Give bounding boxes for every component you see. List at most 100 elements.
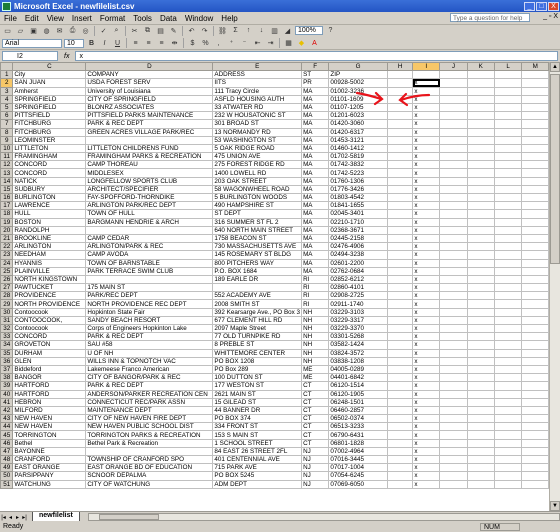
first-sheet-icon[interactable]: |◂ — [0, 514, 7, 521]
cell[interactable]: Corps of Engineers Hopkinton Lake — [85, 323, 214, 334]
cell[interactable] — [466, 356, 495, 366]
cell[interactable] — [439, 102, 468, 113]
cell[interactable]: x — [412, 152, 441, 162]
cell[interactable]: x — [412, 356, 441, 366]
cell[interactable]: CT — [301, 414, 330, 424]
cell[interactable]: EAST ORANGE BD OF EDUCATION — [85, 463, 214, 473]
cell[interactable] — [521, 233, 549, 244]
cell[interactable]: Contoocook — [12, 307, 87, 317]
cell[interactable]: 232 W HOUSATONIC ST — [212, 111, 303, 121]
cell[interactable]: NH — [301, 315, 330, 326]
cell[interactable]: SCNOOR DEPALMA — [85, 471, 214, 481]
cell[interactable] — [386, 168, 414, 178]
menu-format[interactable]: Format — [96, 14, 129, 23]
cell[interactable]: x — [412, 446, 441, 457]
cell[interactable]: WATCHUNG — [12, 479, 87, 489]
cell[interactable]: CITY OF SPRINGFIELD — [85, 94, 214, 104]
cell[interactable]: x — [412, 299, 441, 309]
cell[interactable] — [386, 299, 414, 309]
cell[interactable] — [439, 94, 468, 104]
cell[interactable] — [386, 176, 414, 186]
cell[interactable]: 04401-6842 — [328, 373, 388, 383]
cell[interactable]: x — [412, 102, 441, 113]
cell[interactable]: 07069-6050 — [328, 479, 388, 489]
drawing-icon[interactable]: ◢ — [282, 26, 293, 36]
cell[interactable]: MA — [301, 217, 330, 227]
cell[interactable]: 01460-1412 — [328, 143, 388, 154]
cell[interactable]: ANDERSON/PARKER RECREATION CEN — [85, 389, 214, 399]
cell[interactable] — [521, 135, 549, 145]
cell[interactable]: 316 SUMMER ST FL 2 — [212, 217, 303, 227]
cell[interactable] — [521, 209, 549, 219]
row-header[interactable]: 50 — [0, 471, 14, 481]
cell[interactable]: 01107-1205 — [328, 102, 388, 113]
cell[interactable] — [466, 192, 495, 203]
cell[interactable]: CONNECTICUT REC/PARK ASSN — [85, 397, 214, 407]
chart-wizard-icon[interactable]: ▥ — [269, 26, 280, 36]
cell[interactable]: RI — [301, 291, 330, 301]
cell[interactable]: NH — [301, 332, 330, 342]
cell[interactable] — [386, 209, 414, 219]
cell[interactable]: x — [412, 250, 441, 260]
menu-data[interactable]: Data — [156, 14, 181, 23]
cell[interactable]: COMPANY — [85, 70, 214, 80]
cell[interactable] — [493, 389, 523, 399]
cell[interactable]: CONTOOCOOK, — [12, 315, 87, 326]
row-header[interactable]: 17 — [0, 201, 14, 211]
cell[interactable]: ME — [301, 364, 330, 375]
font-size-select[interactable]: 10 — [64, 38, 84, 48]
cell[interactable] — [493, 283, 523, 293]
hyperlink-icon[interactable]: ⛓ — [217, 26, 228, 36]
cell[interactable]: 07017-1004 — [328, 463, 388, 473]
cell[interactable]: 1758 BEACON ST — [212, 233, 303, 244]
cell[interactable]: x — [412, 176, 441, 186]
cell[interactable]: CONCORD — [12, 332, 87, 342]
cell[interactable] — [493, 307, 523, 317]
cell[interactable]: 8 PREBLE ST — [212, 340, 303, 350]
cell[interactable]: SANDY BEACH RESORT — [85, 315, 214, 326]
cell[interactable]: x — [412, 209, 441, 219]
cell[interactable]: MIDDLESEX — [85, 168, 214, 178]
cell[interactable] — [439, 225, 468, 235]
cell[interactable]: SPRINGFIELD — [12, 94, 87, 104]
print-preview-icon[interactable]: ◎ — [80, 26, 91, 36]
cell[interactable]: x — [412, 323, 441, 334]
cell[interactable] — [439, 135, 468, 145]
cell[interactable] — [386, 291, 414, 301]
cell[interactable]: 01420-6317 — [328, 127, 388, 137]
cell[interactable]: x — [412, 283, 441, 293]
cell[interactable]: 58 WAGONWHEEL ROAD — [212, 184, 303, 195]
row-header[interactable]: 38 — [0, 373, 14, 383]
row-header[interactable]: 45 — [0, 430, 14, 440]
function-icon[interactable]: fx — [64, 53, 69, 60]
row-header[interactable]: 22 — [0, 242, 14, 252]
cell[interactable]: CONCORD — [12, 168, 87, 178]
cell[interactable] — [466, 430, 495, 440]
cell[interactable]: NEEDHAM — [12, 250, 87, 260]
cell[interactable] — [493, 225, 523, 235]
cell[interactable] — [466, 471, 495, 481]
cell[interactable]: 401 CENTENNIAL AVE — [212, 454, 303, 465]
cell[interactable]: x — [412, 225, 441, 235]
cell[interactable] — [493, 233, 523, 244]
cell[interactable] — [521, 454, 549, 465]
workbook-window-controls[interactable]: _ ▫ X — [543, 13, 558, 20]
cell[interactable]: x — [412, 348, 441, 358]
cell[interactable]: TOWN OF HULL — [85, 209, 214, 219]
cell[interactable] — [521, 102, 549, 113]
cell[interactable]: MA — [301, 86, 330, 96]
row-header[interactable]: 33 — [0, 332, 14, 342]
cell[interactable] — [521, 176, 549, 186]
cell[interactable] — [386, 225, 414, 235]
cell[interactable]: 03229-3370 — [328, 323, 388, 334]
cell[interactable] — [493, 471, 523, 481]
cell[interactable]: NEW HAVEN — [12, 414, 87, 424]
cell[interactable] — [493, 381, 523, 391]
cell[interactable] — [521, 291, 549, 301]
cell[interactable] — [521, 364, 549, 375]
cell[interactable] — [493, 332, 523, 342]
row-header[interactable]: 23 — [0, 250, 14, 260]
column-header-d[interactable]: D — [85, 62, 214, 72]
cell[interactable]: CRANFORD — [12, 454, 87, 465]
row-header[interactable]: 24 — [0, 258, 14, 268]
